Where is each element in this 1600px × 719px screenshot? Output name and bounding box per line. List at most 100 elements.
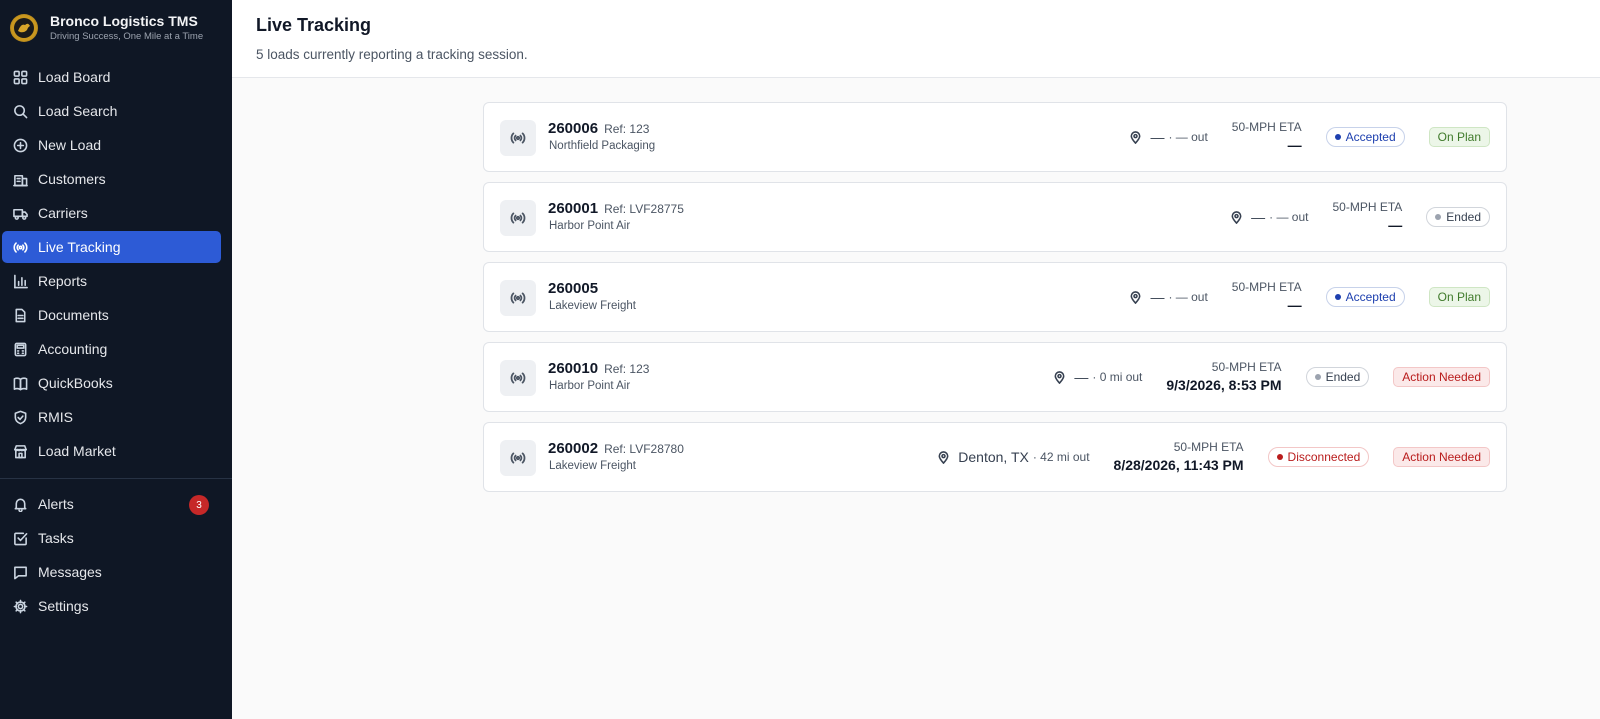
customer-name: Harbor Point Air [549,220,631,232]
tracking-card[interactable]: 260005 Lakeview Freight — · — out 50-MPH … [483,262,1507,332]
location-city: — [1150,289,1165,305]
load-id[interactable]: 260006 [548,120,598,137]
sidebar-item-label: Load Search [38,103,118,119]
sidebar-item-alerts[interactable]: Alerts 3 [2,488,221,520]
status-badge: Accepted [1325,127,1405,147]
broadcast-icon [500,440,536,476]
status-dot [1334,134,1341,140]
sidebar-item-documents[interactable]: Documents [2,299,221,331]
sidebar-item-load-market[interactable]: Load Market [2,435,221,467]
map-pin-icon [1054,370,1065,384]
sidebar-item-label: Settings [38,598,89,614]
status-badge: Ended [1305,367,1370,387]
sidebar-item-tasks[interactable]: Tasks [2,522,221,554]
bronco-logo-icon [10,14,38,42]
status-label: Disconnected [1287,450,1361,464]
load-id[interactable]: 260005 [548,280,598,297]
sidebar-item-label: Alerts [38,496,74,512]
sidebar-item-quickbooks[interactable]: QuickBooks [2,367,221,399]
broadcast-icon [13,240,28,255]
status-badge: Ended [1426,207,1490,227]
sidebar-item-rmis[interactable]: RMIS [2,401,221,433]
tracking-card[interactable]: 260002 Ref: LVF28780 Lakeview Freight Den… [483,422,1507,492]
sidebar-item-label: Documents [38,307,109,323]
load-id[interactable]: 260010 [548,360,598,377]
sidebar-item-messages[interactable]: Messages [2,556,221,588]
customer-name: Lakeview Freight [549,460,636,472]
map-pin-icon [1231,210,1242,224]
distance-out: · 0 mi out [1092,370,1143,384]
broadcast-icon [500,280,536,316]
plan-badge: On Plan [1428,287,1490,307]
location-city: Denton, TX [958,449,1029,465]
map-pin-icon [938,450,949,464]
eta-block: 50-MPH ETA 8/28/2026, 11:43 PM [1114,440,1244,474]
broadcast-icon [500,200,536,236]
sidebar-item-label: Carriers [38,205,88,221]
eta-label: 50-MPH ETA [1231,280,1302,294]
sidebar-item-load-search[interactable]: Load Search [2,95,221,127]
distance-out: · — out [1269,210,1309,224]
broadcast-icon [500,120,536,156]
map-pin-icon [1130,290,1141,304]
status-badge: Disconnected [1267,447,1370,467]
status-dot [1276,454,1283,460]
eta-value: — [1287,137,1302,153]
status-dot [1314,374,1321,380]
eta-block: 50-MPH ETA — [1232,280,1302,314]
eta-label: 50-MPH ETA [1231,120,1302,134]
location-city: — [1251,209,1266,225]
sidebar-item-label: Load Board [38,69,111,85]
eta-label: 50-MPH ETA [1173,440,1244,454]
sidebar-item-live-tracking[interactable]: Live Tracking [2,231,221,263]
search-icon [13,104,28,119]
sidebar-item-accounting[interactable]: Accounting [2,333,221,365]
plan-badge: On Plan [1428,127,1490,147]
eta-value: 9/3/2026, 8:53 PM [1166,377,1282,393]
sidebar-item-label: Live Tracking [38,239,121,255]
load-id[interactable]: 260002 [548,440,598,457]
building-icon [13,172,28,187]
status-badge: Accepted [1325,287,1405,307]
location-info: — · — out [1129,129,1208,145]
location-info: — · 0 mi out [1053,369,1142,385]
sidebar-item-reports[interactable]: Reports [2,265,221,297]
sidebar-item-load-board[interactable]: Load Board [2,61,221,93]
eta-block: 50-MPH ETA 9/3/2026, 8:53 PM [1166,360,1281,394]
message-icon [13,565,28,580]
grid-icon [13,70,28,85]
sidebar-item-label: QuickBooks [38,375,113,391]
plan-badge: Action Needed [1393,447,1490,467]
sidebar-item-new-load[interactable]: New Load [2,129,221,161]
sidebar-item-customers[interactable]: Customers [2,163,221,195]
eta-value: — [1388,217,1403,233]
tracking-card[interactable]: 260006 Ref: 123 Northfield Packaging — · —… [483,102,1507,172]
sidebar-item-settings[interactable]: Settings [2,590,221,622]
file-icon [13,308,28,323]
page-title: Live Tracking [256,15,372,35]
store-icon [13,444,28,459]
plan-badge: Action Needed [1393,367,1490,387]
alerts-count-badge: 3 [189,495,209,515]
sidebar-item-label: Accounting [38,341,108,357]
distance-out: · — out [1168,290,1208,304]
eta-value: — [1287,297,1302,313]
shield-check-icon [13,410,28,425]
check-square-icon [13,531,28,546]
tracking-card[interactable]: 260010 Ref: 123 Harbor Point Air — · 0 mi … [483,342,1507,412]
truck-icon [13,206,28,221]
sidebar-item-label: Load Market [38,443,116,459]
sidebar-item-carriers[interactable]: Carriers [2,197,221,229]
load-id[interactable]: 260001 [548,200,598,217]
sidebar-item-label: RMIS [38,409,73,425]
load-reference: Ref: 123 [604,122,650,136]
main-content: Live Tracking 5 loads currently reportin… [232,0,1600,719]
tracking-card[interactable]: 260001 Ref: LVF28775 Harbor Point Air — · … [483,182,1507,252]
sidebar-divider [0,478,232,479]
eta-block: 50-MPH ETA — [1333,200,1403,234]
brand[interactable]: Bronco Logistics TMS Driving Success, On… [0,0,232,56]
sidebar: Bronco Logistics TMS Driving Success, On… [0,0,232,719]
calculator-icon [13,342,28,357]
location-info: — · — out [1129,289,1208,305]
page-subtitle: 5 loads currently reporting a tracking s… [256,47,528,62]
